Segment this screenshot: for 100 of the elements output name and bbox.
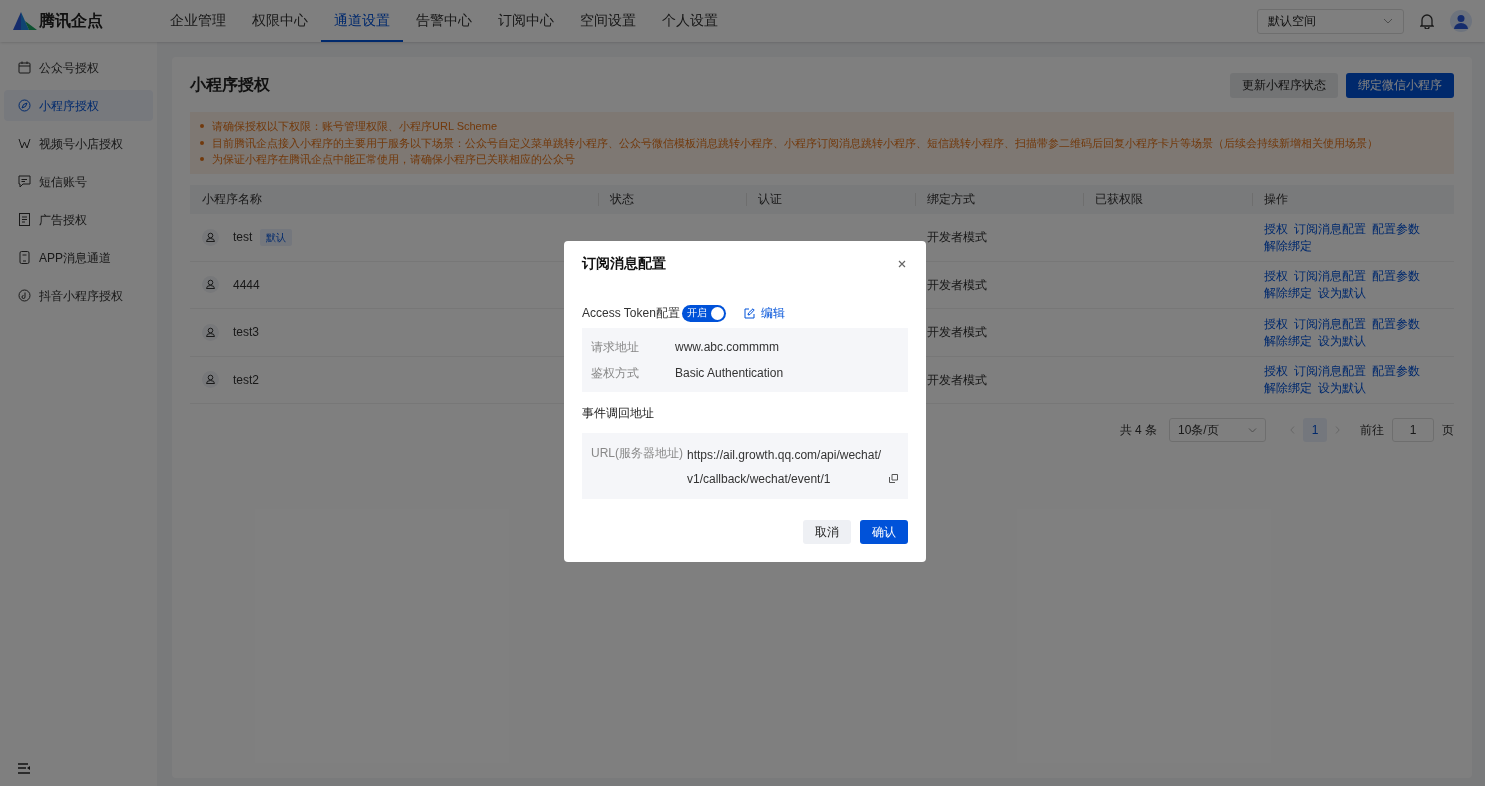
- table-cell: 开发者模式: [927, 230, 987, 244]
- action-link[interactable]: 订阅消息配置: [1294, 268, 1366, 285]
- calendar-icon: [18, 61, 31, 74]
- avatar-icon[interactable]: [1450, 10, 1472, 32]
- chevron-down-icon: [1383, 18, 1393, 24]
- message-icon: [18, 175, 31, 188]
- column-header: 绑定方式: [927, 192, 975, 206]
- page-title: 小程序授权: [190, 75, 270, 95]
- bell-icon[interactable]: [1420, 13, 1434, 29]
- action-link[interactable]: 订阅消息配置: [1294, 363, 1366, 380]
- mini-program-name: test3: [233, 324, 259, 342]
- edit-icon: [743, 307, 755, 319]
- column-header: 状态: [610, 192, 634, 206]
- sidebar-item[interactable]: 视频号小店授权: [4, 128, 153, 159]
- close-icon[interactable]: [898, 259, 906, 268]
- page-button[interactable]: 1: [1303, 418, 1327, 442]
- table-cell: 开发者模式: [927, 372, 987, 387]
- default-tag: 默认: [260, 228, 293, 246]
- nav-tab[interactable]: 订阅中心: [485, 0, 567, 42]
- copy-icon[interactable]: [889, 474, 898, 483]
- action-link[interactable]: 设为默认: [1318, 380, 1366, 397]
- confirm-button[interactable]: 确认: [860, 520, 908, 544]
- sidebar-item[interactable]: 公众号授权: [4, 52, 153, 83]
- nav-tab[interactable]: 企业管理: [157, 0, 239, 42]
- nav-tab[interactable]: 告警中心: [403, 0, 485, 42]
- action-link[interactable]: 解除绑定: [1264, 332, 1312, 349]
- secondary-button[interactable]: 更新小程序状态: [1230, 72, 1338, 98]
- sidebar-item[interactable]: 广告授权: [4, 204, 153, 235]
- sidebar-item[interactable]: 短信账号: [4, 166, 153, 197]
- action-link[interactable]: 授权: [1264, 315, 1288, 332]
- select-value: 默认空间: [1268, 13, 1316, 30]
- logo-icon: [13, 12, 37, 30]
- phone-icon: [18, 251, 31, 264]
- column-header: 已获权限: [1095, 192, 1143, 206]
- action-link[interactable]: 配置参数: [1372, 220, 1420, 237]
- mini-program-name: test: [233, 229, 253, 246]
- page-unit: 页: [1442, 422, 1454, 439]
- document-icon: [18, 213, 31, 226]
- sidebar-item[interactable]: 抖音小程序授权: [4, 280, 153, 311]
- action-link[interactable]: 配置参数: [1372, 363, 1420, 380]
- action-link[interactable]: 配置参数: [1372, 268, 1420, 285]
- action-link[interactable]: 解除绑定: [1264, 237, 1312, 254]
- notice-text: 请确保授权以下权限：账号管理权限、小程序URL Scheme: [212, 119, 497, 134]
- cancel-button[interactable]: 取消: [803, 520, 851, 544]
- dialog-title: 订阅消息配置: [582, 254, 666, 273]
- mini-program-name: test2: [233, 371, 259, 389]
- table-cell: 开发者模式: [927, 277, 987, 292]
- page-input[interactable]: 1: [1392, 418, 1434, 442]
- music-icon: [18, 289, 31, 302]
- nav-tab[interactable]: 权限中心: [239, 0, 321, 42]
- action-link[interactable]: 解除绑定: [1264, 380, 1312, 397]
- mini-program-name: 4444: [233, 276, 260, 294]
- section-title: 事件调回地址: [582, 405, 655, 422]
- collapse-icon[interactable]: [18, 763, 31, 774]
- field-label: 请求地址: [591, 339, 640, 356]
- user-icon: [202, 276, 219, 294]
- action-link[interactable]: 配置参数: [1372, 315, 1420, 332]
- field-label: 鉴权方式: [591, 365, 640, 382]
- total-count: 共 4 条: [1119, 422, 1157, 439]
- field-label: Access Token配置: [582, 305, 680, 322]
- bullet-icon: [200, 140, 204, 145]
- user-icon: [202, 323, 219, 341]
- action-link[interactable]: 订阅消息配置: [1294, 220, 1366, 237]
- nav-tab[interactable]: 空间设置: [567, 0, 649, 42]
- nav-tab[interactable]: 个人设置: [649, 0, 731, 42]
- logo-text: 腾讯企点: [39, 11, 103, 31]
- action-link[interactable]: 解除绑定: [1264, 285, 1312, 302]
- action-link[interactable]: 设为默认: [1318, 332, 1366, 349]
- compass-icon: [18, 99, 31, 112]
- ribbon-icon: [18, 137, 31, 150]
- notice-text: 为保证小程序在腾讯企点中能正常使用，请确保小程序已关联相应的公众号: [212, 152, 575, 167]
- column-header: 操作: [1264, 192, 1288, 206]
- field-value: www.abc.commmm: [675, 339, 779, 356]
- toggle-switch[interactable]: 开启: [681, 304, 726, 322]
- action-link[interactable]: 授权: [1264, 220, 1288, 237]
- goto-label: 前往: [1360, 422, 1384, 439]
- bullet-icon: [200, 157, 204, 162]
- column-header: 小程序名称: [202, 192, 262, 206]
- user-icon: [202, 228, 219, 246]
- sidebar-item[interactable]: 小程序授权: [4, 90, 153, 121]
- action-link[interactable]: 设为默认: [1318, 285, 1366, 302]
- column-header: 认证: [758, 192, 782, 206]
- primary-button[interactable]: 绑定微信小程序: [1346, 72, 1454, 98]
- table-cell: 开发者模式: [927, 325, 987, 340]
- bullet-icon: [200, 124, 204, 129]
- nav-tab[interactable]: 通道设置: [321, 0, 403, 42]
- action-link[interactable]: 授权: [1264, 363, 1288, 380]
- user-icon: [202, 371, 219, 389]
- field-value: Basic Authentication: [675, 365, 784, 382]
- notice-text: 目前腾讯企点接入小程序的主要用于服务以下场景：公众号自定义菜单跳转小程序、公众号微信模板消息跳转小程序、小程序订阅消息跳转小程序、短信跳转小程序、扫描带参二维码后回复小程序卡片等场景（后续会持续新增相关使用场景）: [212, 135, 1378, 151]
- select-value: 10条/页: [1178, 422, 1219, 439]
- page-size-select[interactable]: 10条/页: [1169, 418, 1266, 442]
- action-link[interactable]: 授权: [1264, 268, 1288, 285]
- sidebar-item[interactable]: APP消息通道: [4, 242, 153, 273]
- space-select[interactable]: 默认空间: [1257, 8, 1404, 34]
- edit-link[interactable]: 编辑: [743, 304, 785, 322]
- chevron-down-icon: [1248, 427, 1257, 433]
- action-link[interactable]: 订阅消息配置: [1294, 315, 1366, 332]
- url-text: https://ail.growth.qq.com/api/wechat/v1/callback/wechat/event/1: [687, 447, 883, 488]
- field-label: URL(服务器地址): [591, 445, 684, 462]
